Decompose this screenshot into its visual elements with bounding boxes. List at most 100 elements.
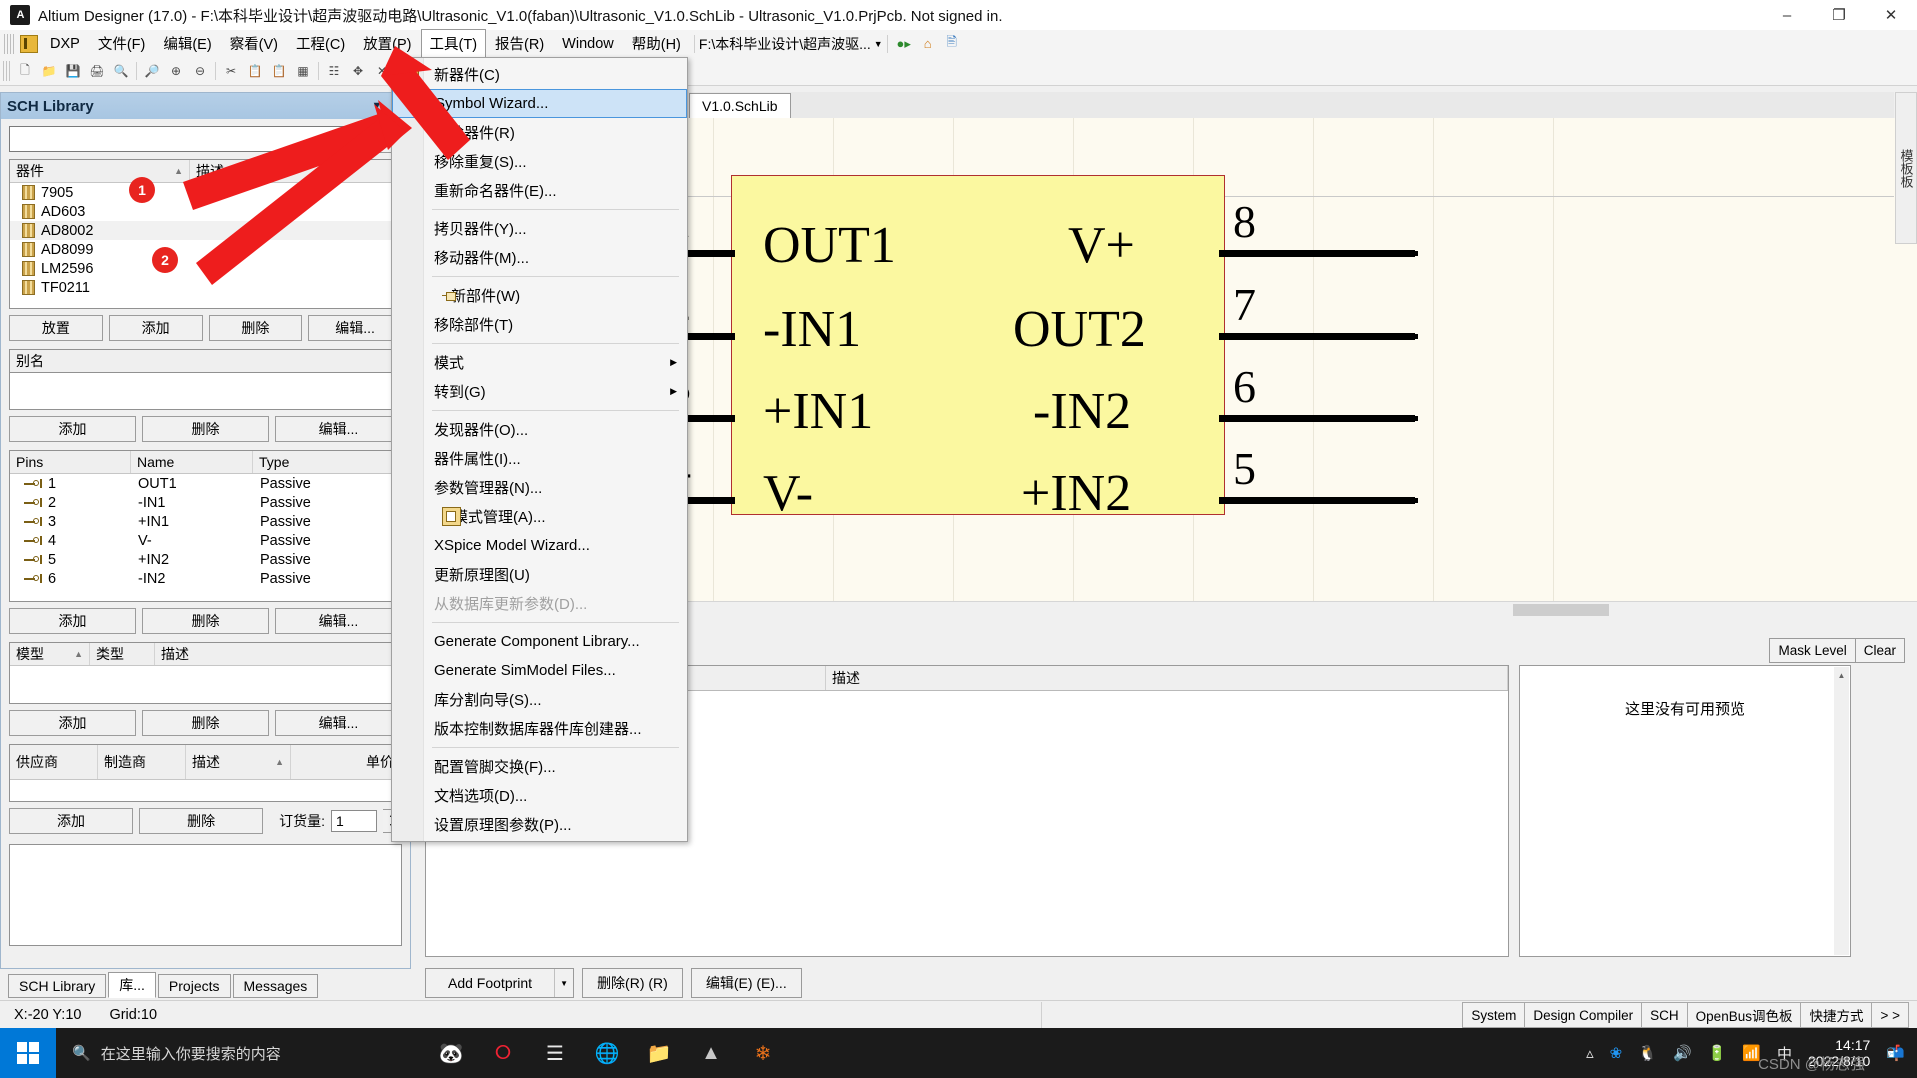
document-tab[interactable]: V1.0.SchLib: [689, 92, 791, 118]
supplier-detail-box[interactable]: [9, 844, 402, 946]
chevron-down-icon[interactable]: ▼: [874, 39, 883, 49]
add-component-button[interactable]: 添加: [108, 315, 203, 341]
right-edge-panel-tab[interactable]: 模板板: [1895, 92, 1917, 244]
open-folder-icon[interactable]: 📁: [38, 60, 60, 82]
close-button[interactable]: ✕: [1865, 0, 1917, 30]
edit-footprint-button[interactable]: 编辑(E) (E)...: [690, 968, 802, 998]
menu-item-discover-components[interactable]: 发现器件(O)...: [392, 415, 687, 444]
menu-place[interactable]: 放置(P): [354, 29, 420, 58]
home-icon[interactable]: ⌂: [918, 35, 938, 53]
table-row[interactable]: 5 +IN2 Passive: [10, 550, 401, 569]
table-row[interactable]: 3 +IN1 Passive: [10, 512, 401, 531]
table-row[interactable]: 7905: [10, 183, 401, 202]
panel-tab-more[interactable]: > >: [1871, 1002, 1909, 1028]
tools-dropdown-menu[interactable]: 新器件(C) Symbol Wizard... 移除器件(R) 移除重复(S).…: [391, 57, 688, 842]
search-input[interactable]: ✓: [9, 126, 370, 152]
menu-item-mode[interactable]: 模式 ▶: [392, 348, 687, 377]
bluetooth-icon[interactable]: ❀: [1610, 1044, 1623, 1062]
project-path-combo[interactable]: F:\本科毕业设计\超声波驱... ▼: [699, 34, 883, 54]
minimize-button[interactable]: –: [1761, 0, 1813, 30]
app-icon-file-explorer[interactable]: 📁: [644, 1038, 674, 1068]
preview-scrollbar[interactable]: ▲: [1834, 667, 1849, 955]
menu-item-rename-component[interactable]: 重新命名器件(E)...: [392, 176, 687, 205]
app-icon-orange[interactable]: ❄: [748, 1038, 778, 1068]
panel-tab-openbus[interactable]: OpenBus调色板: [1686, 1002, 1802, 1028]
menu-window[interactable]: Window: [553, 32, 623, 56]
cut-icon[interactable]: ✂: [220, 60, 242, 82]
col-header-manufacturer[interactable]: 制造商: [98, 745, 186, 779]
clear-button[interactable]: Clear: [1855, 638, 1905, 663]
col-header-footdesc[interactable]: 描述: [826, 666, 1508, 690]
menu-item-component-properties[interactable]: 器件属性(I)...: [392, 444, 687, 473]
panel-tab-shortcuts[interactable]: 快捷方式: [1800, 1002, 1873, 1028]
menu-item-xspice-model-wizard[interactable]: XSpice Model Wizard...: [392, 531, 687, 560]
zoom-out-icon[interactable]: ⊖: [189, 60, 211, 82]
battery-icon[interactable]: 🔋: [1708, 1044, 1727, 1062]
add-pin-button[interactable]: 添加: [9, 608, 136, 634]
taskbar-search[interactable]: 🔍 在这里输入你要搜索的内容: [56, 1028, 422, 1078]
col-header-unitprice[interactable]: 单价: [291, 745, 401, 779]
add-alias-button[interactable]: 添加: [9, 416, 136, 442]
menu-reports[interactable]: 报告(R): [486, 29, 553, 58]
new-document-icon[interactable]: 🗋: [14, 60, 36, 82]
table-row[interactable]: AD8002: [10, 221, 401, 240]
menu-item-move-component[interactable]: 移动器件(M)...: [392, 243, 687, 272]
notification-icon[interactable]: 📬: [1886, 1044, 1905, 1062]
edit-model-button[interactable]: 编辑...: [275, 710, 402, 736]
menu-project[interactable]: 工程(C): [287, 29, 354, 58]
menu-dxp[interactable]: DXP: [41, 32, 89, 56]
scroll-up-icon[interactable]: ▲: [1834, 667, 1849, 684]
edit-component-button[interactable]: 编辑...: [308, 315, 402, 341]
tab-messages[interactable]: Messages: [232, 974, 319, 998]
menu-file[interactable]: 文件(F): [89, 29, 155, 58]
menu-tools[interactable]: 工具(T): [420, 29, 487, 58]
add-model-button[interactable]: 添加: [9, 710, 136, 736]
delete-supplier-button[interactable]: 删除: [139, 808, 264, 834]
table-row[interactable]: AD8099: [10, 240, 401, 259]
menu-item-goto[interactable]: 转到(G) ▶: [392, 377, 687, 406]
menu-grip[interactable]: [4, 33, 14, 54]
col-header-pins[interactable]: Pins: [10, 451, 131, 473]
col-header-supplierdesc[interactable]: 描述 ▲: [186, 745, 291, 779]
menu-item-vcs-db-library-maker[interactable]: 版本控制数据库器件库创建器...: [392, 714, 687, 743]
tab-libraries[interactable]: 库...: [108, 972, 156, 998]
table-row[interactable]: TF0211: [10, 278, 401, 297]
menu-item-new-component[interactable]: 新器件(C): [392, 60, 687, 89]
table-row[interactable]: 1 OUT1 Passive: [10, 474, 401, 493]
menu-item-remove-duplicates[interactable]: 移除重复(S)...: [392, 147, 687, 176]
toolbar-grip-1[interactable]: [3, 61, 10, 81]
select-area-icon[interactable]: ☷: [323, 60, 345, 82]
zoom-in-icon[interactable]: 🔎: [141, 60, 163, 82]
menu-item-symbol-wizard[interactable]: Symbol Wizard...: [392, 89, 687, 118]
delete-model-button[interactable]: 删除: [142, 710, 269, 736]
menu-help[interactable]: 帮助(H): [623, 29, 690, 58]
menu-item-remove-part[interactable]: 移除部件(T): [392, 310, 687, 339]
app-icon-panda[interactable]: 🐼: [436, 1038, 466, 1068]
col-header-name[interactable]: 器件 ▲: [10, 160, 190, 182]
maximize-button[interactable]: ❐: [1813, 0, 1865, 30]
menu-item-schematic-preferences[interactable]: 设置原理图参数(P)...: [392, 810, 687, 839]
table-row[interactable]: LM2596: [10, 259, 401, 278]
chevron-down-icon[interactable]: ▼: [371, 100, 382, 112]
copy-icon[interactable]: 📋: [244, 60, 266, 82]
menu-view[interactable]: 察看(V): [221, 29, 287, 58]
menu-item-copy-component[interactable]: 拷贝器件(Y)...: [392, 214, 687, 243]
paste-icon[interactable]: 📋: [268, 60, 290, 82]
tab-sch-library[interactable]: SCH Library: [8, 974, 107, 998]
tab-projects[interactable]: Projects: [157, 974, 231, 998]
panel-tab-design-compiler[interactable]: Design Compiler: [1524, 1002, 1643, 1028]
table-row[interactable]: 6 -IN2 Passive: [10, 569, 401, 588]
panel-tab-system[interactable]: System: [1462, 1002, 1526, 1028]
table-row[interactable]: 2 -IN1 Passive: [10, 493, 401, 512]
zoom-fit-icon[interactable]: ⊕: [165, 60, 187, 82]
edit-alias-button[interactable]: 编辑...: [275, 416, 402, 442]
menu-item-parameter-manager[interactable]: 参数管理器(N)...: [392, 473, 687, 502]
print-preview-icon[interactable]: 🔍: [110, 60, 132, 82]
save-icon[interactable]: 💾: [62, 60, 84, 82]
menu-item-new-part[interactable]: 新部件(W): [392, 281, 687, 310]
print-icon[interactable]: 🖨: [86, 60, 108, 82]
menu-edit[interactable]: 编辑(E): [154, 29, 220, 58]
pin-wire-8[interactable]: [1219, 250, 1415, 257]
pin-wire-7[interactable]: [1219, 333, 1415, 340]
col-header-modeltype[interactable]: 类型: [90, 643, 155, 665]
